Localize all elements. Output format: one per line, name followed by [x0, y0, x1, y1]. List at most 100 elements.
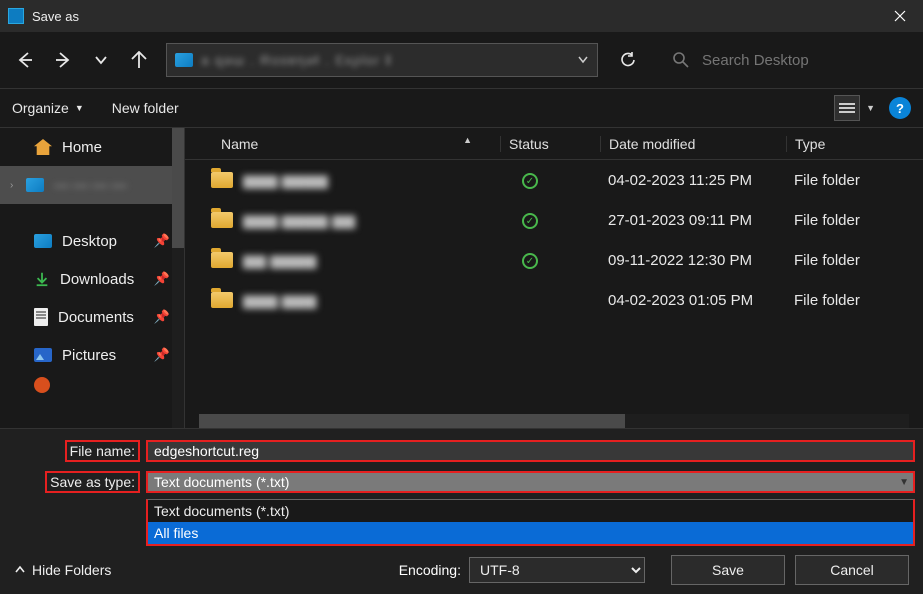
address-path: a ɋǝɯ ․ Ɍοsɐƞəɬ ․ Ɛxρloɾ ǁ — [201, 52, 392, 69]
pin-icon: 📌 — [154, 233, 170, 249]
navigation-bar: a ɋǝɯ ․ Ɍοsɐƞəɬ ․ Ɛxρloɾ ǁ — [0, 32, 923, 88]
location-icon — [175, 53, 193, 67]
file-date: 04-02-2023 01:05 PM — [600, 292, 786, 309]
table-row[interactable]: ▆▆ ▆▆▆▆✓09-11-2022 12:30 PMFile folder — [185, 240, 923, 280]
new-folder-label: New folder — [112, 100, 179, 116]
table-row[interactable]: ▆▆▆ ▆▆▆ 04-02-2023 01:05 PMFile folder — [185, 280, 923, 320]
save-button[interactable]: Save — [671, 555, 785, 585]
folder-icon — [26, 178, 44, 192]
file-type: File folder — [786, 172, 923, 189]
horizontal-scrollbar[interactable] — [199, 414, 909, 428]
filename-label: File name: — [65, 440, 140, 462]
chevron-down-icon: ▼ — [866, 103, 875, 113]
column-type[interactable]: Type — [786, 136, 923, 152]
view-options-button[interactable] — [834, 95, 860, 121]
sidebar-item-label: Downloads — [60, 271, 134, 288]
sidebar-item-pictures[interactable]: Pictures 📌 — [0, 336, 184, 374]
file-date: 27-01-2023 09:11 PM — [600, 212, 786, 229]
picture-icon — [34, 348, 52, 362]
chevron-down-icon — [94, 53, 108, 67]
chevron-down-icon: ▼ — [75, 103, 84, 113]
chevron-down-icon — [577, 54, 589, 66]
encoding-select[interactable]: UTF-8 — [469, 557, 645, 583]
address-bar[interactable]: a ɋǝɯ ․ Ɍοsɐƞəɬ ․ Ɛxρloɾ ǁ — [166, 43, 598, 77]
pin-icon: 📌 — [154, 347, 170, 363]
column-name[interactable]: Name▲ — [185, 136, 500, 152]
up-button[interactable] — [128, 49, 150, 71]
saveastype-select[interactable]: Text documents (*.txt) ▼ — [146, 471, 915, 493]
window-title: Save as — [32, 9, 877, 24]
new-folder-button[interactable]: New folder — [112, 100, 179, 116]
search-box[interactable] — [654, 43, 909, 77]
desktop-icon — [34, 234, 52, 248]
sidebar-item-desktop[interactable]: Desktop 📌 — [0, 222, 184, 260]
filename-input[interactable] — [146, 440, 915, 462]
forward-button[interactable] — [52, 49, 74, 71]
organize-button[interactable]: Organize ▼ — [12, 100, 84, 116]
file-name: ▆▆▆ ▆▆▆ — [243, 291, 316, 309]
file-list: Name▲ Status Date modified Type ▆▆▆ ▆▆▆▆… — [185, 128, 923, 428]
download-icon — [34, 271, 50, 287]
saveastype-dropdown: Text documents (*.txt) All files — [146, 499, 915, 546]
file-date: 09-11-2022 12:30 PM — [600, 252, 786, 269]
search-input[interactable] — [702, 52, 909, 69]
chevron-down-icon: ▼ — [899, 477, 909, 488]
sidebar-item-home[interactable]: Home — [0, 128, 184, 166]
sidebar-item-music[interactable] — [0, 374, 184, 396]
pin-icon: 📌 — [154, 309, 170, 325]
music-icon — [34, 377, 50, 393]
status-ok-icon: ✓ — [522, 213, 538, 229]
sidebar-scrollbar[interactable] — [172, 128, 184, 428]
file-name: ▆▆▆ ▆▆▆▆ ▆▆ — [243, 211, 355, 229]
saveastype-label: Save as type: — [45, 471, 140, 493]
encoding-label: Encoding: — [399, 562, 461, 578]
saveastype-option[interactable]: All files — [148, 522, 913, 544]
column-headers: Name▲ Status Date modified Type — [185, 128, 923, 160]
pin-icon: 📌 — [154, 271, 170, 287]
sidebar: Home › — — — — Desktop 📌 Downloads 📌 Doc… — [0, 128, 185, 428]
save-panel: File name: Save as type: Text documents … — [0, 428, 923, 594]
saveastype-option[interactable]: Text documents (*.txt) — [148, 500, 913, 522]
column-date[interactable]: Date modified — [600, 136, 786, 152]
hide-folders-label: Hide Folders — [32, 562, 111, 578]
status-ok-icon: ✓ — [522, 253, 538, 269]
sidebar-item-documents[interactable]: Documents 📌 — [0, 298, 184, 336]
refresh-button[interactable] — [618, 50, 638, 70]
file-name: ▆▆ ▆▆▆▆ — [243, 251, 316, 269]
refresh-icon — [618, 50, 638, 70]
sort-asc-icon: ▲ — [463, 135, 472, 145]
folder-icon — [211, 212, 233, 228]
main-content: Home › — — — — Desktop 📌 Downloads 📌 Doc… — [0, 128, 923, 428]
sidebar-item-personal[interactable]: › — — — — — [0, 166, 184, 204]
close-icon — [894, 10, 906, 22]
folder-icon — [211, 292, 233, 308]
document-icon — [34, 308, 48, 326]
file-date: 04-02-2023 11:25 PM — [600, 172, 786, 189]
search-icon — [672, 51, 690, 69]
hide-folders-button[interactable]: Hide Folders — [14, 562, 111, 578]
address-dropdown[interactable] — [577, 54, 589, 66]
saveastype-selected: Text documents (*.txt) — [154, 474, 289, 490]
table-row[interactable]: ▆▆▆ ▆▆▆▆ ▆▆✓27-01-2023 09:11 PMFile fold… — [185, 200, 923, 240]
sidebar-item-downloads[interactable]: Downloads 📌 — [0, 260, 184, 298]
sidebar-item-label: — — — — — [54, 177, 127, 194]
arrow-left-icon — [16, 51, 34, 69]
arrow-right-icon — [54, 51, 72, 69]
column-status[interactable]: Status — [500, 136, 600, 152]
home-icon — [34, 139, 52, 155]
footer-bar: Hide Folders Encoding: UTF-8 Save Cancel — [0, 546, 923, 594]
sidebar-item-label: Pictures — [62, 347, 116, 364]
back-button[interactable] — [14, 49, 36, 71]
sidebar-item-label: Desktop — [62, 233, 117, 250]
recent-button[interactable] — [90, 49, 112, 71]
cancel-button[interactable]: Cancel — [795, 555, 909, 585]
organize-label: Organize — [12, 100, 69, 116]
folder-icon — [211, 252, 233, 268]
close-button[interactable] — [877, 0, 923, 32]
table-row[interactable]: ▆▆▆ ▆▆▆▆✓04-02-2023 11:25 PMFile folder — [185, 160, 923, 200]
help-button[interactable]: ? — [889, 97, 911, 119]
sidebar-item-label: Home — [62, 139, 102, 156]
chevron-right-icon[interactable]: › — [10, 180, 13, 191]
file-type: File folder — [786, 292, 923, 309]
chevron-up-icon — [14, 564, 26, 576]
